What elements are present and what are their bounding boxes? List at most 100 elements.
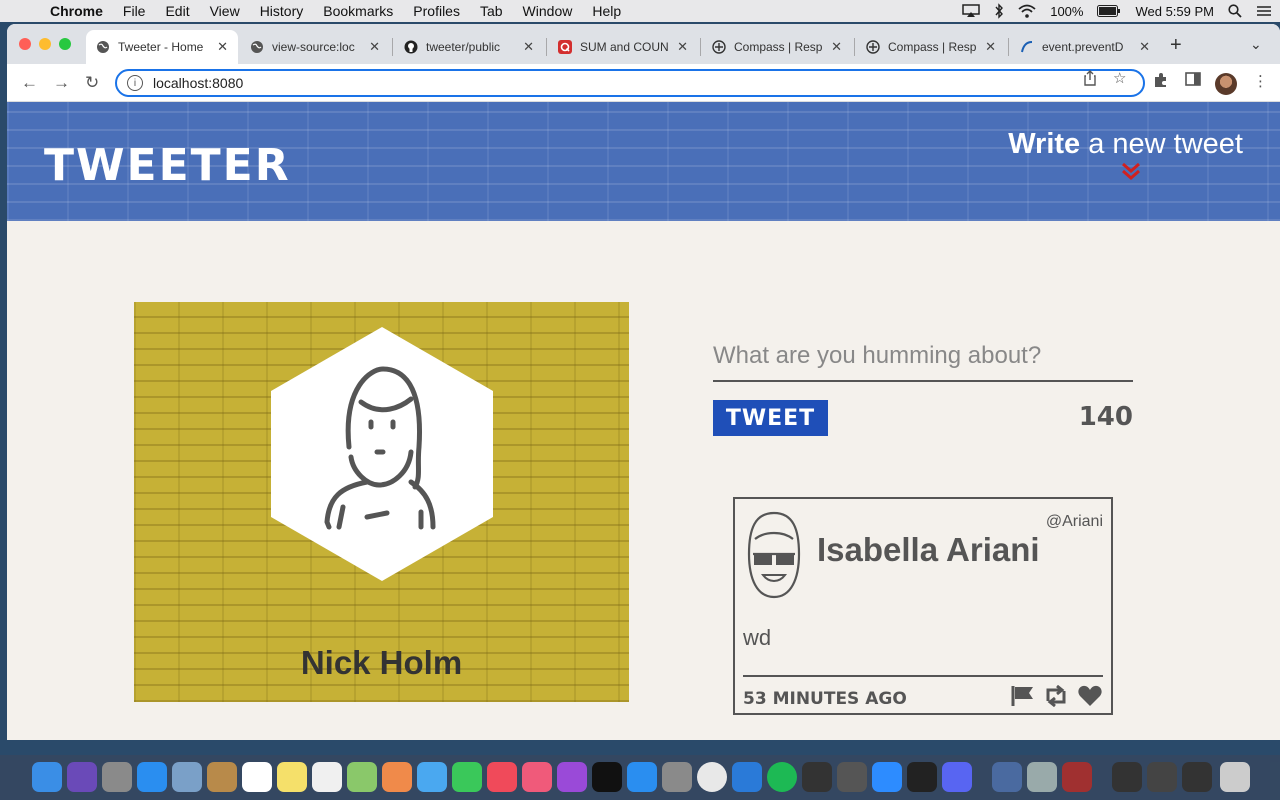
tweet-card: Isabella Ariani @Ariani wd 53 minutes ag… xyxy=(733,497,1113,715)
menu-view[interactable]: View xyxy=(200,0,250,22)
chrome-icon[interactable] xyxy=(697,762,727,792)
tab-title: Compass | Resp xyxy=(888,40,977,54)
flag-icon[interactable] xyxy=(1011,685,1035,707)
contacts-icon[interactable] xyxy=(207,762,237,792)
minimized-window-icon[interactable] xyxy=(1112,762,1142,792)
bookmark-star-icon[interactable]: ☆ xyxy=(1113,69,1126,87)
close-tab-icon[interactable]: ✕ xyxy=(369,39,380,55)
menu-edit[interactable]: Edit xyxy=(155,0,199,22)
maps-icon[interactable] xyxy=(347,762,377,792)
minimize-window-button[interactable] xyxy=(39,38,51,50)
zoom-icon[interactable] xyxy=(872,762,902,792)
tweet-text-input[interactable] xyxy=(713,338,1133,382)
apple-tv-icon[interactable] xyxy=(592,762,622,792)
tab-tweeter-home[interactable]: Tweeter - Home ✕ xyxy=(86,30,238,64)
launchpad-icon[interactable] xyxy=(102,762,132,792)
spotify-icon[interactable] xyxy=(767,762,797,792)
profile-avatar[interactable] xyxy=(1215,73,1237,95)
more-menu-icon[interactable]: ⋮ xyxy=(1253,72,1268,90)
mdn-icon xyxy=(1020,40,1034,54)
reload-icon[interactable]: ↻ xyxy=(85,73,99,93)
minimized-window-icon[interactable] xyxy=(1147,762,1177,792)
menu-file[interactable]: File xyxy=(113,0,156,22)
forward-arrow-icon[interactable]: → xyxy=(53,73,70,93)
news-icon[interactable] xyxy=(487,762,517,792)
preview-icon[interactable] xyxy=(172,762,202,792)
tweet-content: wd xyxy=(743,625,772,650)
siri-icon[interactable] xyxy=(67,762,97,792)
tab-event-preventdefault[interactable]: event.preventD ✕ xyxy=(1010,30,1160,64)
tab-view-source[interactable]: view-source:loc ✕ xyxy=(240,30,390,64)
app-icon[interactable] xyxy=(837,762,867,792)
notes-icon[interactable] xyxy=(277,762,307,792)
menu-help[interactable]: Help xyxy=(582,0,631,22)
tab-separator xyxy=(854,38,855,56)
macos-dock xyxy=(0,755,1280,800)
zoom-window-button[interactable] xyxy=(59,38,71,50)
close-tab-icon[interactable]: ✕ xyxy=(1139,39,1150,55)
tab-sum-and-count[interactable]: SUM and COUN ✕ xyxy=(548,30,698,64)
tab-strip: Tweeter - Home ✕ view-source:loc ✕ tweet… xyxy=(7,24,1280,64)
vscode-icon[interactable] xyxy=(732,762,762,792)
dictionary-icon[interactable] xyxy=(1062,762,1092,792)
tab-search-chevron-icon[interactable]: ⌄ xyxy=(1250,36,1262,53)
system-preferences-icon[interactable] xyxy=(662,762,692,792)
discord-icon[interactable] xyxy=(942,762,972,792)
close-tab-icon[interactable]: ✕ xyxy=(831,39,842,55)
retweet-icon[interactable] xyxy=(1043,685,1069,707)
side-panel-icon[interactable] xyxy=(1185,72,1201,90)
messages-icon[interactable] xyxy=(417,762,447,792)
calendar-icon[interactable] xyxy=(242,762,272,792)
share-icon[interactable] xyxy=(1083,70,1097,90)
close-tab-icon[interactable]: ✕ xyxy=(217,39,228,55)
double-chevron-down-icon[interactable] xyxy=(1121,161,1141,181)
tweet-submit-button[interactable]: Tweet xyxy=(713,400,828,436)
menu-tab[interactable]: Tab xyxy=(470,0,513,22)
extensions-puzzle-icon[interactable] xyxy=(1153,72,1169,92)
safari-icon[interactable] xyxy=(137,762,167,792)
photos-icon[interactable] xyxy=(382,762,412,792)
facetime-icon[interactable] xyxy=(452,762,482,792)
minimized-window-icon[interactable] xyxy=(1182,762,1212,792)
quicktime-icon[interactable] xyxy=(992,762,1022,792)
page-content: tweeter Write a new tweet xyxy=(7,102,1280,740)
battery-icon[interactable] xyxy=(1097,5,1121,17)
menu-profiles[interactable]: Profiles xyxy=(403,0,470,22)
close-tab-icon[interactable]: ✕ xyxy=(677,39,688,55)
menu-app-name[interactable]: Chrome xyxy=(40,0,113,22)
reminders-icon[interactable] xyxy=(312,762,342,792)
address-bar[interactable]: i localhost:8080 xyxy=(115,69,1145,97)
menu-history[interactable]: History xyxy=(250,0,314,22)
tab-compass-1[interactable]: Compass | Resp ✕ xyxy=(702,30,852,64)
airplay-icon[interactable] xyxy=(962,4,980,18)
spotlight-search-icon[interactable] xyxy=(1228,4,1242,18)
brand-logo[interactable]: tweeter xyxy=(44,140,291,191)
heart-icon[interactable] xyxy=(1077,685,1103,707)
write-new-tweet-link[interactable]: Write a new tweet xyxy=(1008,128,1243,161)
tab-title: Compass | Resp xyxy=(734,40,823,54)
tab-title: tweeter/public xyxy=(426,40,501,54)
close-tab-icon[interactable]: ✕ xyxy=(985,39,996,55)
ableton-live-icon[interactable] xyxy=(802,762,832,792)
wifi-icon[interactable] xyxy=(1018,4,1036,18)
menu-window[interactable]: Window xyxy=(513,0,583,22)
menu-bookmarks[interactable]: Bookmarks xyxy=(313,0,403,22)
image-capture-icon[interactable] xyxy=(1027,762,1057,792)
site-info-icon[interactable]: i xyxy=(127,75,143,91)
podcasts-icon[interactable] xyxy=(557,762,587,792)
back-arrow-icon[interactable]: ← xyxy=(21,73,38,93)
control-center-icon[interactable] xyxy=(1256,5,1272,17)
trash-icon[interactable] xyxy=(1220,762,1250,792)
app-store-icon[interactable] xyxy=(627,762,657,792)
clock[interactable]: Wed 5:59 PM xyxy=(1135,4,1214,19)
music-icon[interactable] xyxy=(522,762,552,792)
finder-icon[interactable] xyxy=(32,762,62,792)
bluetooth-icon[interactable] xyxy=(994,3,1004,19)
status-area: 100% Wed 5:59 PM xyxy=(962,0,1272,22)
tab-github-tweeter[interactable]: tweeter/public ✕ xyxy=(394,30,544,64)
close-window-button[interactable] xyxy=(19,38,31,50)
tab-compass-2[interactable]: Compass | Resp ✕ xyxy=(856,30,1006,64)
close-tab-icon[interactable]: ✕ xyxy=(523,39,534,55)
new-tab-icon[interactable]: + xyxy=(1170,34,1182,57)
terminal-icon[interactable] xyxy=(907,762,937,792)
